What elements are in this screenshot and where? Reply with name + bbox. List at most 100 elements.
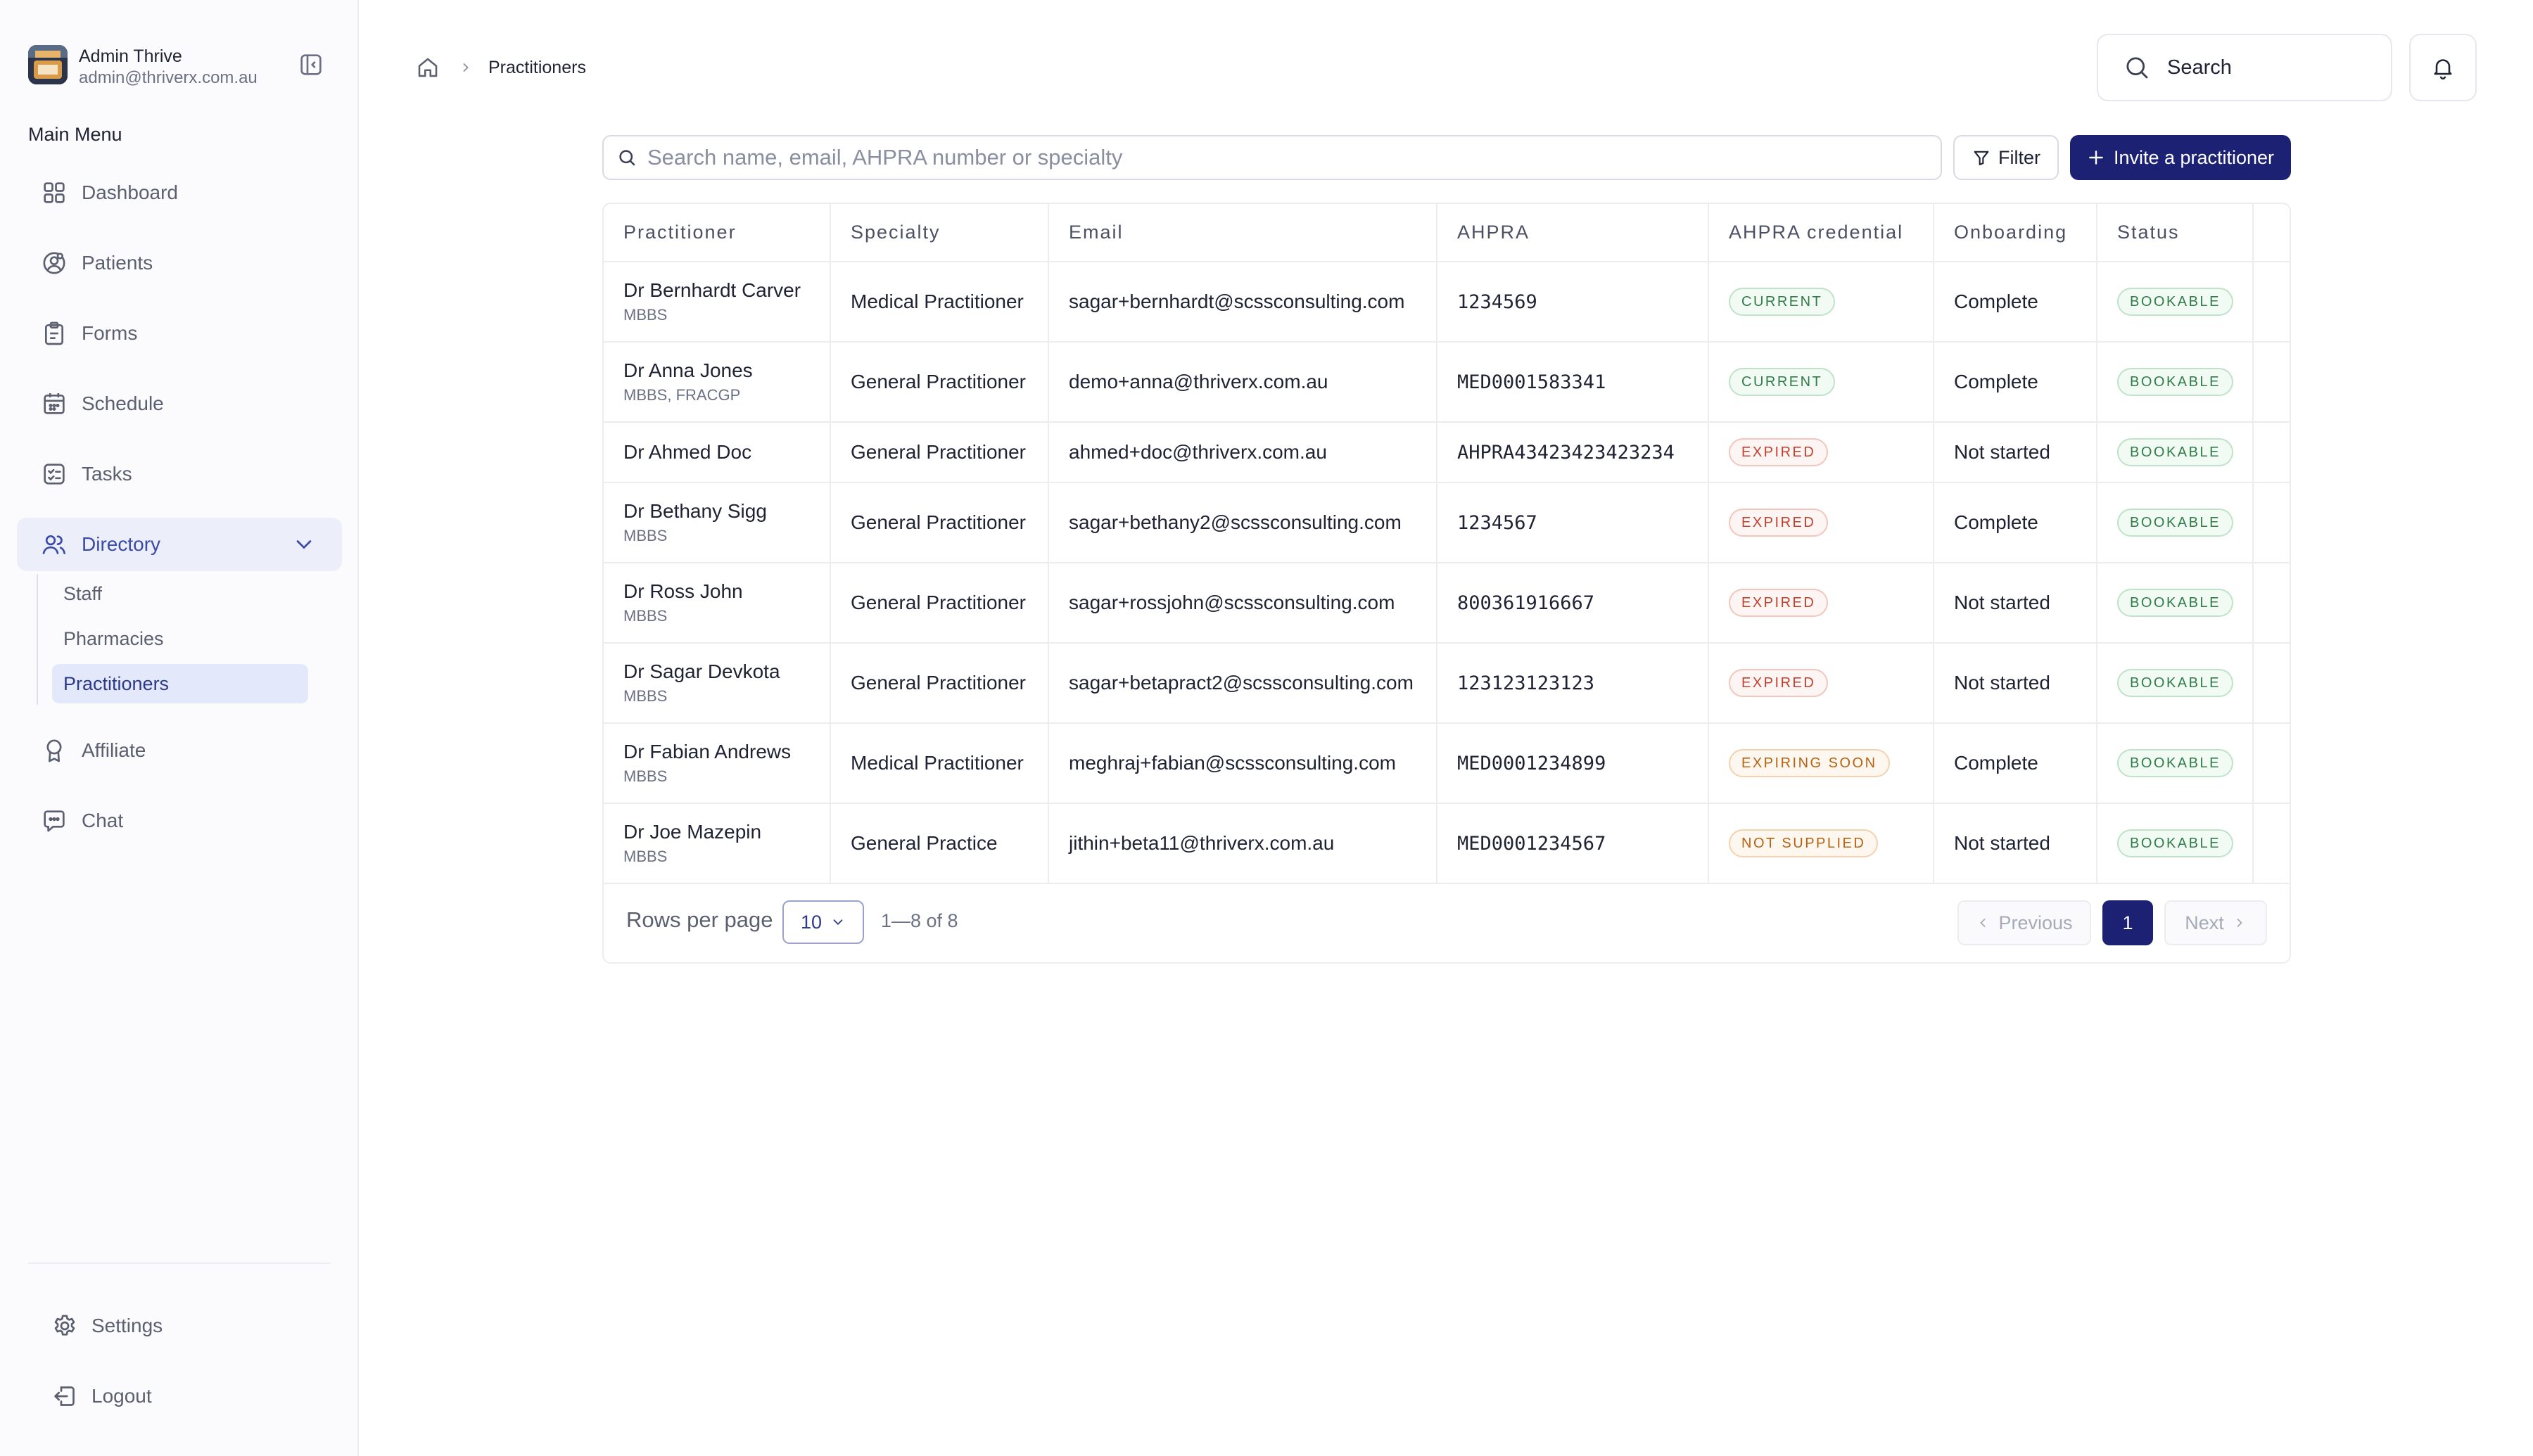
sidebar-item-dashboard[interactable]: Dashboard <box>17 166 342 219</box>
status-badge: BOOKABLE <box>2117 438 2233 466</box>
sidebar-item-patients[interactable]: Patients <box>17 236 342 290</box>
onboarding-cell: Complete <box>1934 342 2097 423</box>
sidebar-item-forms[interactable]: Forms <box>17 307 342 360</box>
specialty-cell: Medical Practitioner <box>830 262 1049 343</box>
status-cell: BOOKABLE <box>2097 422 2254 483</box>
previous-page-button[interactable]: Previous <box>1957 900 2091 945</box>
grid-icon <box>39 178 69 207</box>
practitioner-cell: Dr Joe Mazepin MBBS <box>604 803 831 884</box>
column-header-practitioner[interactable]: Practitioner <box>604 204 831 262</box>
settings-button[interactable]: Settings <box>49 1305 163 1347</box>
status-cell: BOOKABLE <box>2097 643 2254 724</box>
practitioner-cell: Dr Bethany Sigg MBBS <box>604 483 831 563</box>
practitioner-cell: Dr Bernhardt Carver MBBS <box>604 262 831 343</box>
calendar-icon <box>39 389 69 419</box>
invite-practitioner-button[interactable]: Invite a practitioner <box>2070 135 2291 180</box>
practitioner-cell: Dr Anna Jones MBBS, FRACGP <box>604 342 831 423</box>
row-actions-cell[interactable] <box>2253 262 2290 343</box>
practitioners-table: Practitioner Specialty Email AHPRA AHPRA… <box>602 203 2291 964</box>
table-row[interactable]: Dr Bethany Sigg MBBS General Practitione… <box>604 483 2290 563</box>
next-label: Next <box>2185 912 2224 933</box>
row-actions-cell[interactable] <box>2253 803 2290 884</box>
specialty-cell: Medical Practitioner <box>830 723 1049 804</box>
email-cell: jithin+beta11@thriverx.com.au <box>1048 803 1437 884</box>
next-page-button[interactable]: Next <box>2164 900 2267 945</box>
practitioner-name: Dr Joe Mazepin <box>623 821 762 843</box>
column-header-status[interactable]: Status <box>2097 204 2254 262</box>
column-header-ahpra-credential[interactable]: AHPRA credential <box>1708 204 1934 262</box>
column-header-onboarding[interactable]: Onboarding <box>1934 204 2097 262</box>
sidebar-item-tasks[interactable]: Tasks <box>17 447 342 501</box>
ahpra-number: 1234569 <box>1457 291 1537 313</box>
notifications-button[interactable] <box>2409 34 2477 101</box>
chat-icon <box>39 806 69 836</box>
status-cell: BOOKABLE <box>2097 262 2254 343</box>
sidebar-item-schedule[interactable]: Schedule <box>17 377 342 430</box>
table-row[interactable]: Dr Ross John MBBS General Practitioner s… <box>604 563 2290 644</box>
rows-per-page-label: Rows per page <box>626 907 773 932</box>
sidebar-subitem-pharmacies[interactable]: Pharmacies <box>52 619 308 658</box>
status-badge: BOOKABLE <box>2117 829 2233 857</box>
row-actions-cell[interactable] <box>2253 563 2290 644</box>
settings-label: Settings <box>91 1315 163 1336</box>
credential-badge: EXPIRED <box>1729 669 1829 697</box>
column-header-ahpra[interactable]: AHPRA <box>1437 204 1709 262</box>
table-row[interactable]: Dr Joe Mazepin MBBS General Practice jit… <box>604 803 2290 884</box>
table-row[interactable]: Dr Anna Jones MBBS, FRACGP General Pract… <box>604 342 2290 423</box>
submenu-guide <box>37 574 38 705</box>
table-row[interactable]: Dr Sagar Devkota MBBS General Practition… <box>604 643 2290 724</box>
column-header-specialty[interactable]: Specialty <box>830 204 1049 262</box>
row-actions-cell[interactable] <box>2253 723 2290 804</box>
ahpra-number: 123123123123 <box>1457 672 1595 694</box>
status-badge: BOOKABLE <box>2117 288 2233 316</box>
onboarding-cell: Not started <box>1934 563 2097 644</box>
home-icon[interactable] <box>415 55 440 80</box>
practitioner-name: Dr Ahmed Doc <box>623 441 752 463</box>
chevron-down-icon[interactable] <box>291 532 317 557</box>
patients-icon <box>39 248 69 278</box>
sidebar-item-chat[interactable]: Chat <box>17 794 342 848</box>
sidebar-item-label: Chat <box>82 810 124 831</box>
specialty-cell: General Practitioner <box>830 342 1049 423</box>
row-actions-cell[interactable] <box>2253 643 2290 724</box>
filter-button[interactable]: Filter <box>1953 135 2059 180</box>
practitioner-search-input[interactable] <box>647 145 1914 170</box>
table-row[interactable]: Dr Bernhardt Carver MBBS Medical Practit… <box>604 262 2290 343</box>
onboarding-cell: Complete <box>1934 483 2097 563</box>
sidebar-item-affiliate[interactable]: Affiliate <box>17 724 342 777</box>
status-cell: BOOKABLE <box>2097 563 2254 644</box>
global-search[interactable]: Search <box>2097 34 2392 101</box>
rows-per-page-select[interactable]: 10 <box>782 900 864 944</box>
practitioner-search[interactable] <box>602 135 1942 180</box>
credential-badge: EXPIRED <box>1729 509 1829 537</box>
row-actions-cell[interactable] <box>2253 342 2290 423</box>
collapse-sidebar-icon[interactable] <box>297 51 325 79</box>
sidebar-subitem-staff[interactable]: Staff <box>52 574 308 613</box>
table-row[interactable]: Dr Ahmed Doc General Practitioner ahmed+… <box>604 422 2290 483</box>
credential-badge: EXPIRING SOON <box>1729 749 1890 777</box>
sidebar-item-label: Forms <box>82 322 138 344</box>
practitioner-cell: Dr Fabian Andrews MBBS <box>604 723 831 804</box>
sidebar-subitem-practitioners[interactable]: Practitioners <box>52 664 308 703</box>
status-cell: BOOKABLE <box>2097 483 2254 563</box>
email-cell: sagar+rossjohn@scssconsulting.com <box>1048 563 1437 644</box>
status-badge: BOOKABLE <box>2117 509 2233 537</box>
previous-label: Previous <box>1998 912 2073 933</box>
credential-cell: EXPIRED <box>1708 483 1934 563</box>
column-header-email[interactable]: Email <box>1048 204 1437 262</box>
row-actions-cell[interactable] <box>2253 422 2290 483</box>
table-row[interactable]: Dr Fabian Andrews MBBS Medical Practitio… <box>604 723 2290 804</box>
credential-cell: EXPIRED <box>1708 422 1934 483</box>
page-button-current[interactable]: 1 <box>2102 900 2153 945</box>
credential-cell: CURRENT <box>1708 342 1934 423</box>
logout-label: Logout <box>91 1385 152 1407</box>
menu-title: Main Menu <box>28 124 122 145</box>
row-actions-cell[interactable] <box>2253 483 2290 563</box>
email-cell: meghraj+fabian@scssconsulting.com <box>1048 723 1437 804</box>
sidebar-item-directory[interactable]: Directory <box>17 518 342 571</box>
clipboard-icon <box>39 319 69 348</box>
user-profile[interactable]: Admin Thrive admin@thriverx.com.au <box>28 44 331 90</box>
logout-button[interactable]: Logout <box>49 1375 152 1417</box>
practitioner-qualification: MBBS, FRACGP <box>623 386 741 404</box>
practitioner-name: Dr Sagar Devkota <box>623 660 780 682</box>
